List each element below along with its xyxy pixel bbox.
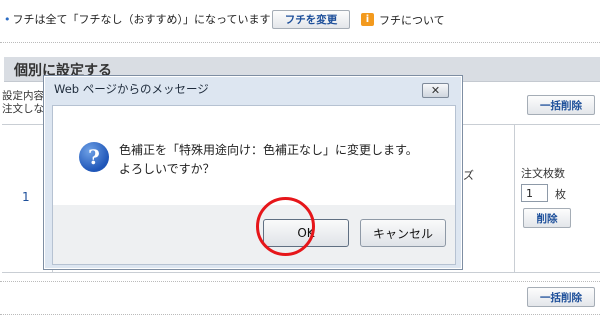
row-delete-button[interactable]: 削除	[523, 208, 571, 228]
bulk-delete-button-bottom[interactable]: 一括削除	[527, 287, 595, 307]
dialog-body: ? 色補正を「特殊用途向け：色補正なし」に変更します。 よろしいですか？	[52, 105, 456, 206]
change-fuchi-button[interactable]: フチを変更	[272, 10, 350, 29]
close-icon[interactable]: ✕	[422, 83, 449, 98]
divider	[0, 281, 600, 282]
highlight-circle	[256, 197, 315, 256]
info-icon: i	[361, 13, 374, 26]
question-icon: ?	[79, 142, 109, 172]
dialog-message-line1: 色補正を「特殊用途向け：色補正なし」に変更します。	[119, 143, 418, 157]
dialog-titlebar: Web ページからのメッセージ ✕	[44, 76, 462, 100]
quantity-unit: 枚	[555, 188, 566, 201]
column-divider	[514, 124, 515, 272]
fuchi-notice: • フチは全て「フチなし（おすすめ）」になっています	[4, 9, 270, 29]
fuchi-notice-text: フチは全て「フチなし（おすすめ）」になっています	[12, 13, 271, 26]
quantity-input[interactable]: 1	[521, 184, 548, 202]
fuchi-info-link[interactable]: フチについて	[379, 12, 445, 28]
dialog-title: Web ページからのメッセージ	[54, 82, 209, 96]
row-number: 1	[22, 190, 30, 204]
confirm-dialog: Web ページからのメッセージ ✕ ? 色補正を「特殊用途向け：色補正なし」に変…	[43, 75, 463, 270]
divider	[0, 314, 600, 315]
size-column-text: ズ	[463, 169, 474, 182]
divider	[0, 42, 600, 43]
cancel-button[interactable]: キャンセル	[360, 219, 446, 247]
dialog-message-line2: よろしいですか？	[119, 162, 215, 176]
quantity-label: 注文枚数	[521, 167, 565, 180]
bullet-icon: •	[4, 12, 11, 26]
bulk-delete-button-top[interactable]: 一括削除	[527, 95, 595, 115]
section-description: 設定内容 注文しな	[2, 90, 44, 115]
